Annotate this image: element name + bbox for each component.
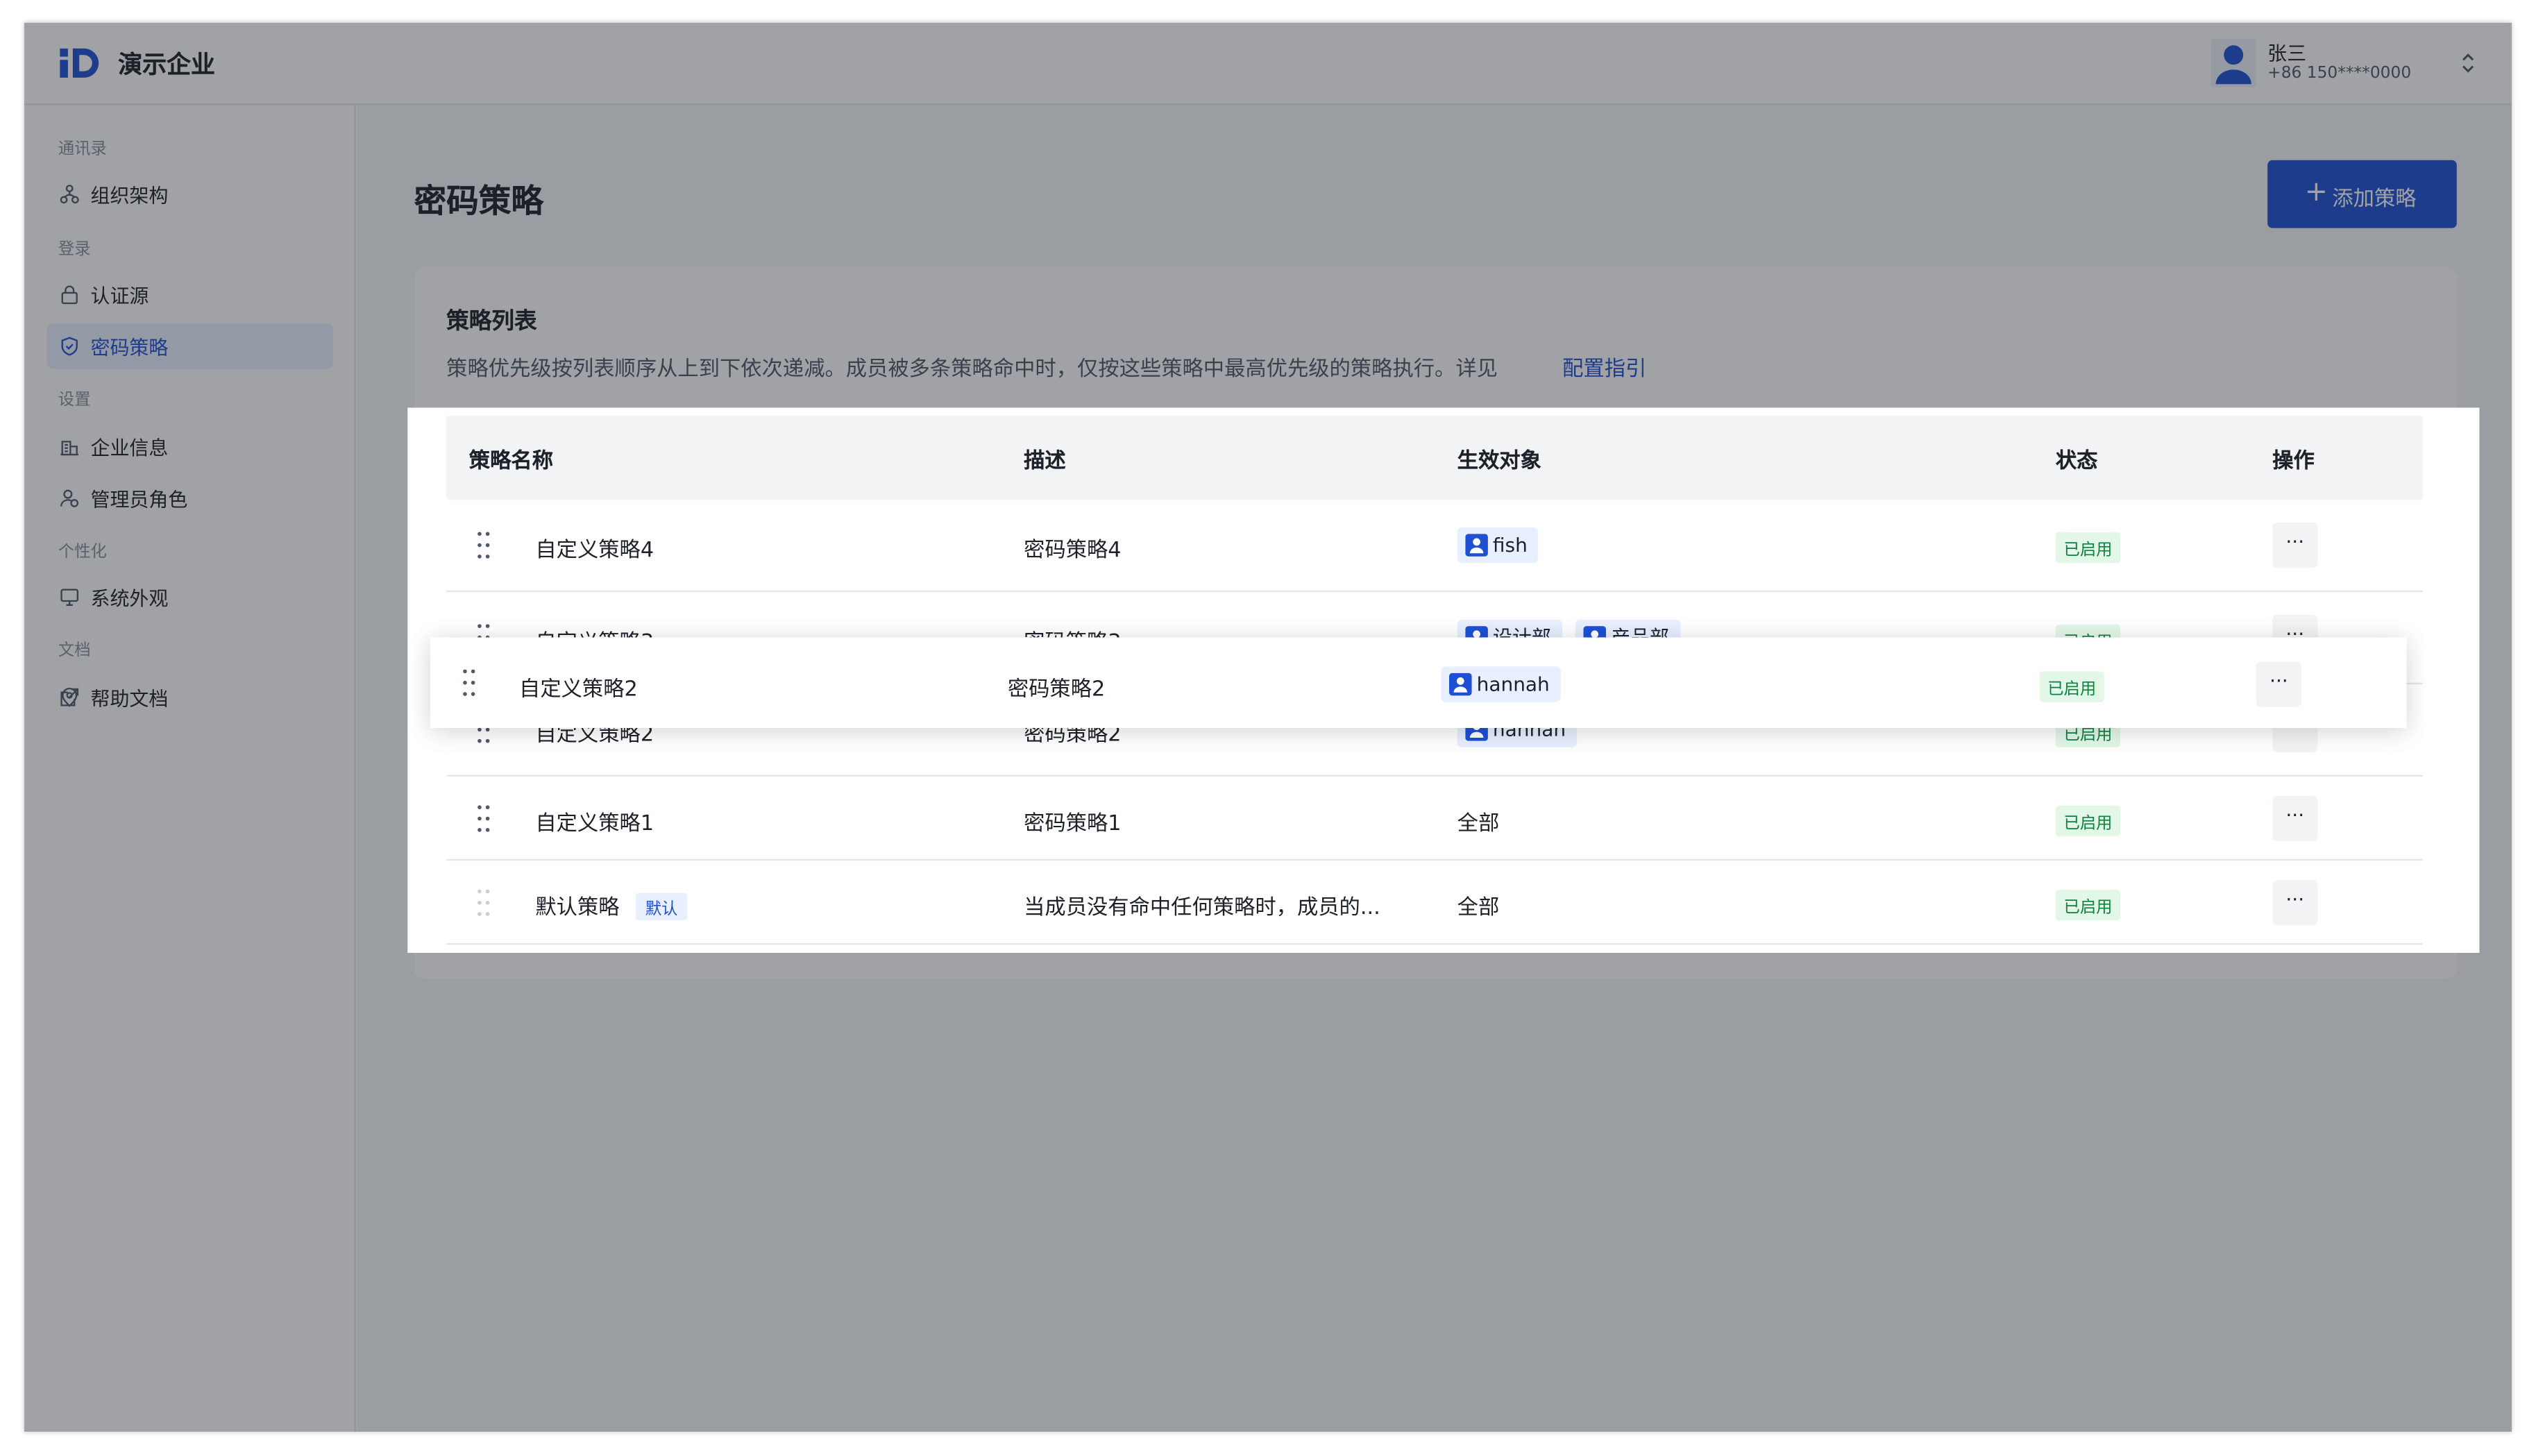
dragging-row[interactable]: 自定义策略2 密码策略2 hannah 已启用 ··· (430, 637, 2407, 728)
policy-targets: 全部 (1457, 896, 1500, 921)
drag-handle-icon[interactable] (475, 531, 491, 560)
more-actions-button[interactable]: ··· (2272, 795, 2318, 842)
table-row: 自定义策略4 密码策略4 fish 已启用 ··· (446, 500, 2423, 593)
policy-name: 默认策略 (535, 896, 620, 921)
app-window: 演示企业 张三 +86 150****0000 通讯录 组织架构 登录 认证源 (24, 22, 2512, 1432)
screen: 演示企业 张三 +86 150****0000 通讯录 组织架构 登录 认证源 (0, 0, 2536, 1456)
policy-name: 自定义策略1 (535, 812, 654, 837)
table-header: 策略名称 描述 生效对象 状态 操作 (446, 416, 2423, 500)
user-icon (1465, 534, 1488, 557)
default-badge: 默认 (635, 892, 688, 921)
drag-handle-icon[interactable] (461, 668, 477, 697)
policy-description: 当成员没有命中任何策略时，成员的... (1024, 896, 1380, 921)
status-badge: 已启用 (2055, 890, 2121, 921)
policy-description: 密码策略2 (1007, 677, 1106, 702)
column-header-name: 策略名称 (468, 450, 554, 475)
status-badge: 已启用 (2055, 805, 2121, 837)
column-header-description: 描述 (1024, 450, 1066, 475)
table-row: 自定义策略1 密码策略1 全部 已启用 ··· (446, 777, 2423, 861)
column-header-actions: 操作 (2272, 450, 2315, 475)
target-tag: hannah (1441, 666, 1562, 702)
policy-description: 密码策略4 (1024, 539, 1122, 564)
drag-handle-icon[interactable] (475, 804, 491, 833)
target-tag-label: hannah (1476, 672, 1550, 696)
drag-handle-disabled-icon (477, 889, 490, 916)
target-tag-label: fish (1492, 534, 1528, 557)
policy-description: 密码策略1 (1024, 812, 1122, 837)
status-badge: 已启用 (2039, 671, 2104, 702)
policy-targets: 全部 (1457, 812, 1500, 837)
column-header-targets: 生效对象 (1457, 450, 1541, 475)
policy-name: 自定义策略2 (519, 677, 638, 702)
target-tag: fish (1457, 527, 1539, 564)
policy-name: 自定义策略4 (535, 539, 654, 564)
more-actions-button[interactable]: ··· (2272, 522, 2318, 568)
status-badge: 已启用 (2055, 532, 2121, 564)
column-header-status: 状态 (2055, 450, 2098, 475)
more-actions-button[interactable]: ··· (2272, 880, 2318, 926)
user-icon (1449, 672, 1472, 696)
more-actions-button[interactable]: ··· (2256, 661, 2302, 707)
table-row: 默认策略 默认 当成员没有命中任何策略时，成员的... 全部 已启用 ··· (446, 861, 2423, 945)
